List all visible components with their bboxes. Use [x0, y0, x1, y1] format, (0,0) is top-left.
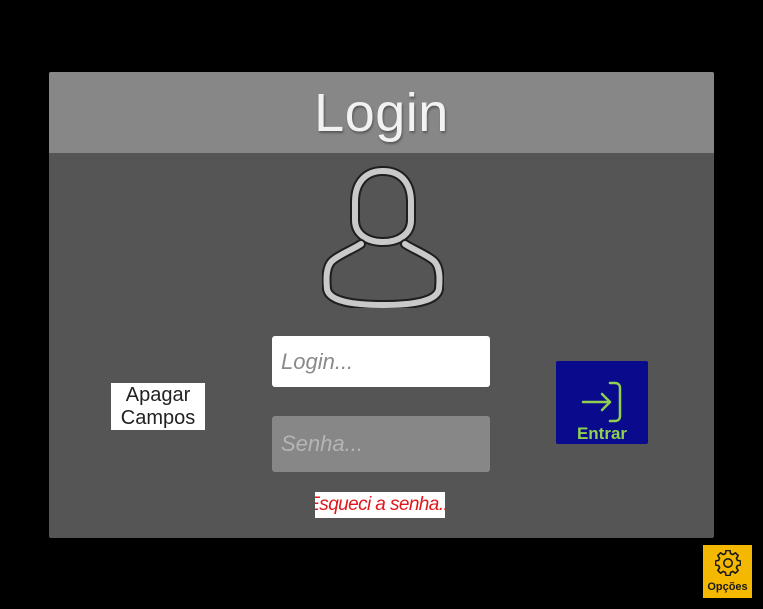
- clear-fields-label-line2: Campos: [120, 406, 196, 429]
- clear-fields-label-line1: Apagar: [125, 383, 191, 406]
- forgot-password-link[interactable]: Esqueci a senha...: [315, 492, 445, 518]
- user-avatar-icon: [322, 166, 444, 308]
- login-input[interactable]: [272, 336, 490, 387]
- options-label: Opções: [707, 581, 748, 593]
- panel-header: Login: [49, 72, 714, 153]
- password-input[interactable]: [272, 416, 490, 472]
- enter-button[interactable]: Entrar: [556, 361, 648, 444]
- page-title: Login: [314, 82, 449, 143]
- options-button[interactable]: Opções: [703, 545, 752, 598]
- clear-fields-button[interactable]: Apagar Campos: [111, 383, 205, 430]
- gear-icon: [715, 550, 741, 576]
- login-arrow-icon: [581, 381, 622, 423]
- enter-button-label: Entrar: [576, 424, 628, 443]
